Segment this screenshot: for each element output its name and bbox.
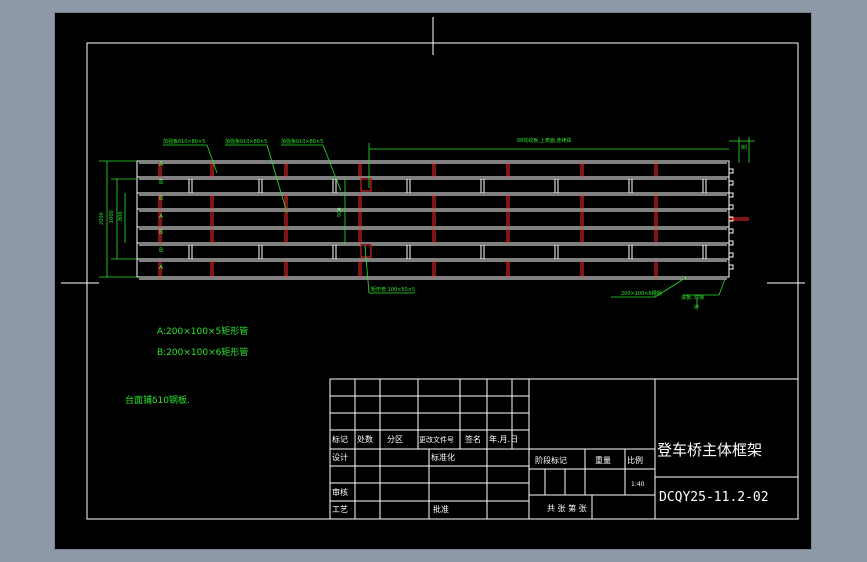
bottom-label-4: 排 bbox=[694, 304, 699, 311]
tb-date: 年.月.日 bbox=[489, 434, 518, 444]
drawing-canvas: 2000 1000 800 500 80 加强板δ10×80×5 加强板δ10×… bbox=[61, 17, 805, 520]
leader-label-3: 加强板δ10×80×5 bbox=[281, 138, 323, 145]
leader-label-4: δ8花纹板,上表面,连续焊 bbox=[517, 137, 571, 144]
leader-label-2: 加强板δ10×80×5 bbox=[225, 138, 267, 145]
end-lug bbox=[728, 264, 734, 270]
tb-scale-label: 比例 bbox=[627, 455, 643, 465]
tb-weight: 重量 bbox=[595, 455, 611, 465]
material-note-a: A:200×100×5矩形管 bbox=[157, 325, 248, 337]
end-lug bbox=[728, 252, 734, 258]
tb-process: 工艺 bbox=[332, 505, 348, 514]
tb-stage: 阶段标记 bbox=[535, 455, 567, 465]
tb-design: 设计 bbox=[332, 452, 348, 462]
row-mark: B bbox=[159, 229, 163, 236]
drawing-title: 登车桥主体框架 bbox=[657, 441, 762, 459]
tb-mark: 标记 bbox=[332, 434, 348, 444]
tb-scale: 1:40 bbox=[631, 481, 645, 488]
end-lug bbox=[728, 228, 734, 234]
row-mark: B bbox=[159, 195, 163, 202]
bottom-label-3: 滚板, 焊接 bbox=[681, 294, 704, 301]
tb-zone: 分区 bbox=[387, 435, 403, 444]
frame-plan-view bbox=[136, 160, 749, 280]
leader-label-1: 加强板δ10×80×5 bbox=[163, 138, 205, 145]
drawing-number: DCQY25-11.2-02 bbox=[659, 490, 769, 505]
bottom-label-2: 200×100×6槽钢 bbox=[621, 290, 662, 297]
tb-change-doc: 更改文件号 bbox=[419, 435, 454, 444]
row-mark: A bbox=[159, 161, 164, 168]
surface-note: 台面铺δ10钢板. bbox=[125, 394, 190, 406]
dim-label-500: 500 bbox=[337, 207, 343, 217]
end-lug bbox=[728, 192, 734, 198]
end-lug bbox=[728, 240, 734, 246]
tb-signature: 签名 bbox=[465, 434, 481, 444]
dim-label-2000: 2000 bbox=[99, 212, 105, 225]
leaders bbox=[163, 144, 726, 307]
end-lug bbox=[728, 180, 734, 186]
tb-check: 审核 bbox=[332, 487, 348, 497]
tb-approve: 批准 bbox=[433, 504, 449, 514]
row-mark: A bbox=[159, 264, 164, 271]
drawing-sheet: 2000 1000 800 500 80 加强板δ10×80×5 加强板δ10×… bbox=[54, 12, 812, 550]
end-lug bbox=[728, 204, 734, 210]
row-mark: B bbox=[159, 179, 163, 186]
bottom-label-1: 矩形管 100×50×5 bbox=[371, 286, 415, 293]
tb-standardize: 标准化 bbox=[431, 452, 455, 462]
tb-sheets: 共 张 第 张 bbox=[547, 503, 587, 513]
row-mark: A bbox=[159, 213, 164, 220]
tb-count: 处数 bbox=[357, 434, 373, 444]
dim-label-1000: 1000 bbox=[109, 210, 115, 223]
end-lug bbox=[728, 168, 734, 174]
material-note-b: B:200×100×6矩形管 bbox=[157, 346, 248, 358]
dim-label-80: 80 bbox=[741, 145, 747, 151]
dim-label-800: 800 bbox=[118, 211, 124, 221]
reinforcement-plate bbox=[360, 178, 372, 192]
row-mark: B bbox=[159, 247, 163, 254]
